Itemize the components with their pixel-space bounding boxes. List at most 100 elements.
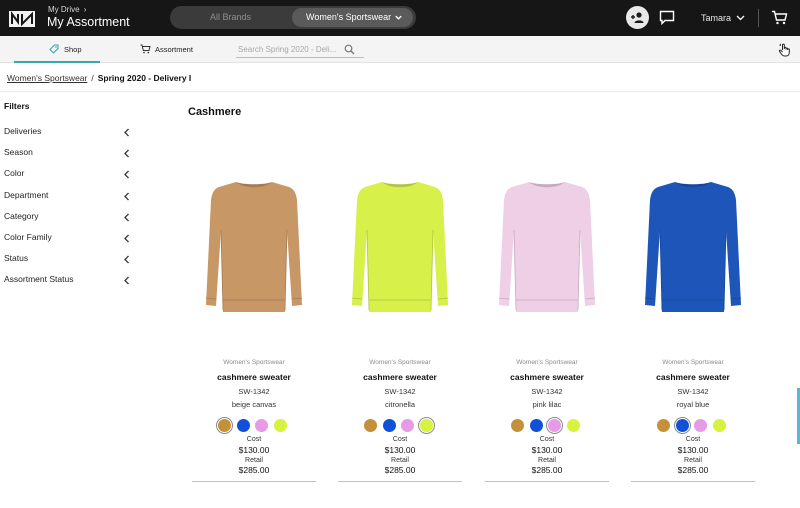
- product-color-name: pink lilac: [532, 400, 562, 409]
- all-brands-toggle[interactable]: All Brands: [170, 6, 291, 29]
- cart-icon[interactable]: [771, 10, 788, 25]
- breadcrumb: Women's Sportswear / Spring 2020 - Deliver…: [7, 73, 191, 83]
- breadcrumb-parent-link[interactable]: Women's Sportswear: [7, 73, 87, 83]
- product-image[interactable]: [631, 160, 755, 350]
- product-brand: Women's Sportswear: [516, 359, 578, 366]
- filter-item-label: Category: [4, 210, 39, 221]
- product-image[interactable]: [485, 160, 609, 350]
- divider: [0, 91, 800, 92]
- color-swatch[interactable]: [657, 419, 670, 432]
- chevron-left-icon: [124, 192, 129, 201]
- color-swatch[interactable]: [675, 419, 689, 432]
- color-swatch[interactable]: [236, 419, 250, 432]
- tab-shop[interactable]: Shop: [14, 36, 100, 63]
- divider: [192, 481, 316, 482]
- color-swatch[interactable]: [401, 419, 415, 432]
- filter-item-label: Status: [4, 253, 29, 264]
- product-card[interactable]: Women's Sportswear cashmere sweater SW-134…: [338, 160, 462, 484]
- product-name: cashmere sweater: [656, 372, 730, 382]
- product-image[interactable]: [338, 160, 462, 350]
- color-swatch[interactable]: [382, 419, 396, 432]
- color-swatches: [657, 419, 737, 433]
- cost-value: $130.00: [238, 445, 270, 455]
- divider: [758, 9, 759, 27]
- retail-value: $285.00: [677, 465, 709, 475]
- section-title: Cashmere: [188, 106, 242, 118]
- chevron-left-icon: [124, 128, 129, 137]
- tab-shop-label: Shop: [64, 45, 82, 54]
- sub-navigation: Shop Assortment: [0, 36, 800, 63]
- tab-assortment-label: Assortment: [155, 45, 193, 54]
- product-name: cashmere sweater: [510, 372, 584, 382]
- product-color-name: royal blue: [676, 400, 710, 409]
- brand-selector-label: Women's Sportswear: [306, 12, 392, 22]
- chevron-left-icon: [124, 276, 129, 285]
- color-swatches: [364, 419, 444, 433]
- color-swatch[interactable]: [567, 419, 581, 432]
- filter-item[interactable]: Color: [4, 168, 131, 182]
- search-box: [236, 42, 364, 58]
- color-swatch[interactable]: [420, 419, 434, 432]
- cost-value: $130.00: [384, 445, 416, 455]
- product-image[interactable]: [192, 160, 316, 350]
- filter-item[interactable]: Season: [4, 147, 131, 161]
- my-drive-link[interactable]: My Drive ›: [48, 5, 86, 14]
- product-sku: SW-1342: [384, 387, 416, 396]
- top-bar: My Drive › My Assortment All Brands Wome…: [0, 0, 800, 36]
- product-color-name: citronella: [384, 400, 415, 409]
- filter-item[interactable]: Assortment Status: [4, 274, 131, 288]
- divider: [485, 481, 609, 482]
- product-brand: Women's Sportswear: [223, 359, 285, 366]
- color-swatch[interactable]: [548, 419, 562, 432]
- cart-icon: [140, 44, 151, 54]
- user-menu-name[interactable]: Tamara: [701, 13, 731, 23]
- color-swatch[interactable]: [255, 419, 269, 432]
- brand-selector[interactable]: Women's Sportswear: [292, 8, 413, 27]
- filter-item[interactable]: Deliveries: [4, 126, 131, 140]
- chevron-right-icon: ›: [83, 5, 87, 14]
- chevron-left-icon: [124, 213, 129, 222]
- brand-logo[interactable]: [9, 11, 35, 27]
- color-swatch[interactable]: [713, 419, 727, 432]
- filter-item-label: Color Family: [4, 232, 52, 242]
- product-brand: Women's Sportswear: [369, 359, 431, 366]
- filter-item[interactable]: Status: [4, 253, 131, 267]
- color-swatch[interactable]: [511, 419, 524, 432]
- color-swatch[interactable]: [529, 419, 543, 432]
- add-user-button[interactable]: [626, 6, 649, 29]
- chevron-down-icon[interactable]: [736, 14, 745, 22]
- product-card[interactable]: Women's Sportswear cashmere sweater SW-134…: [192, 160, 316, 484]
- chevron-left-icon: [124, 170, 129, 179]
- chevron-left-icon: [124, 255, 129, 264]
- retail-label: Retail: [538, 457, 556, 464]
- cost-value: $130.00: [677, 445, 709, 455]
- product-card[interactable]: Women's Sportswear cashmere sweater SW-134…: [485, 160, 609, 484]
- filter-item-label: Season: [4, 147, 33, 158]
- chevron-left-icon: [124, 234, 129, 243]
- retail-value: $285.00: [384, 465, 416, 475]
- breadcrumb-separator: /: [91, 73, 94, 83]
- product-brand: Women's Sportswear: [662, 359, 724, 366]
- color-swatch[interactable]: [274, 419, 288, 432]
- filter-item[interactable]: Department: [4, 190, 131, 204]
- hand-pointer-icon[interactable]: [778, 43, 791, 57]
- product-name: cashmere sweater: [217, 372, 291, 382]
- product-sku: SW-1342: [238, 387, 270, 396]
- tag-icon: [49, 44, 59, 54]
- filter-item[interactable]: Color Family: [4, 232, 131, 246]
- filter-item[interactable]: Category: [4, 211, 131, 225]
- chat-icon[interactable]: [659, 10, 675, 25]
- product-name: cashmere sweater: [363, 372, 437, 382]
- cost-label: Cost: [539, 436, 555, 443]
- search-icon[interactable]: [344, 44, 355, 55]
- retail-value: $285.00: [531, 465, 563, 475]
- color-swatch[interactable]: [364, 419, 377, 432]
- color-swatch[interactable]: [694, 419, 708, 432]
- tab-assortment[interactable]: Assortment: [138, 36, 208, 63]
- search-input[interactable]: [238, 42, 342, 56]
- add-user-icon: [631, 12, 644, 23]
- color-swatch[interactable]: [218, 419, 231, 432]
- product-card[interactable]: Women's Sportswear cashmere sweater SW-134…: [631, 160, 755, 484]
- my-drive-label: My Drive: [48, 5, 80, 14]
- cost-value: $130.00: [531, 445, 563, 455]
